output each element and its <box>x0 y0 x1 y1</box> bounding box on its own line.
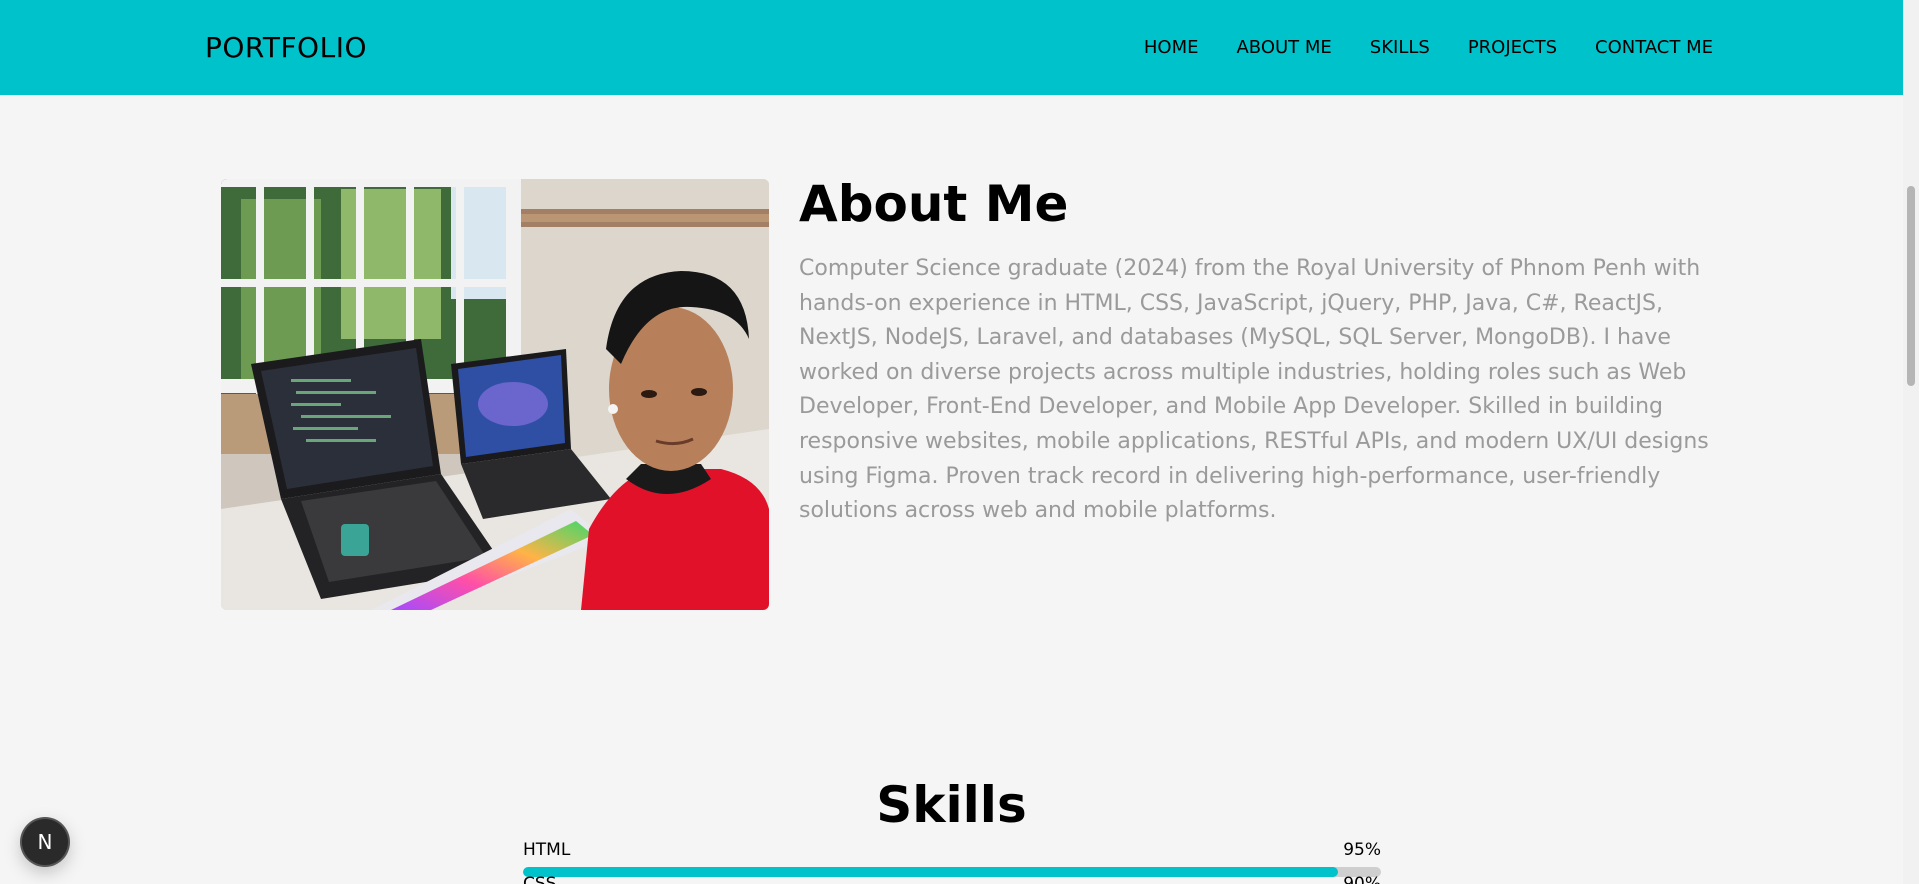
skill-name: HTML <box>523 840 571 860</box>
nav-link-projects[interactable]: PROJECTS <box>1468 37 1557 58</box>
skill-header: HTML 95% <box>523 840 1381 862</box>
scrollbar-thumb[interactable] <box>1907 186 1915 386</box>
nav-link-about-me[interactable]: ABOUT ME <box>1236 37 1331 58</box>
navbar: PORTFOLIO HOME ABOUT ME SKILLS PROJECTS … <box>0 0 1903 95</box>
nextjs-dev-badge-button[interactable]: N <box>22 819 68 865</box>
skill-percent: 95% <box>1343 840 1381 860</box>
skill-css: CSS 90% <box>523 874 1381 884</box>
vertical-scrollbar[interactable] <box>1903 0 1919 884</box>
nav-link-skills[interactable]: SKILLS <box>1370 37 1430 58</box>
n-logo-icon: N <box>37 830 53 854</box>
nav-link-home[interactable]: HOME <box>1144 37 1199 58</box>
skill-percent: 90% <box>1343 874 1381 884</box>
profile-photo <box>221 179 769 610</box>
skill-header: CSS 90% <box>523 874 1381 884</box>
skill-name: CSS <box>523 874 557 884</box>
skills-title: Skills <box>876 776 1027 834</box>
nav-menu: HOME ABOUT ME SKILLS PROJECTS CONTACT ME <box>1144 37 1713 58</box>
about-description: Computer Science graduate (2024) from th… <box>799 256 1709 524</box>
nav-link-contact-me[interactable]: CONTACT ME <box>1595 37 1713 58</box>
page: PORTFOLIO HOME ABOUT ME SKILLS PROJECTS … <box>0 0 1919 884</box>
skill-html: HTML 95% <box>523 840 1381 877</box>
about-title: About Me <box>799 175 1069 233</box>
site-logo[interactable]: PORTFOLIO <box>205 31 367 64</box>
